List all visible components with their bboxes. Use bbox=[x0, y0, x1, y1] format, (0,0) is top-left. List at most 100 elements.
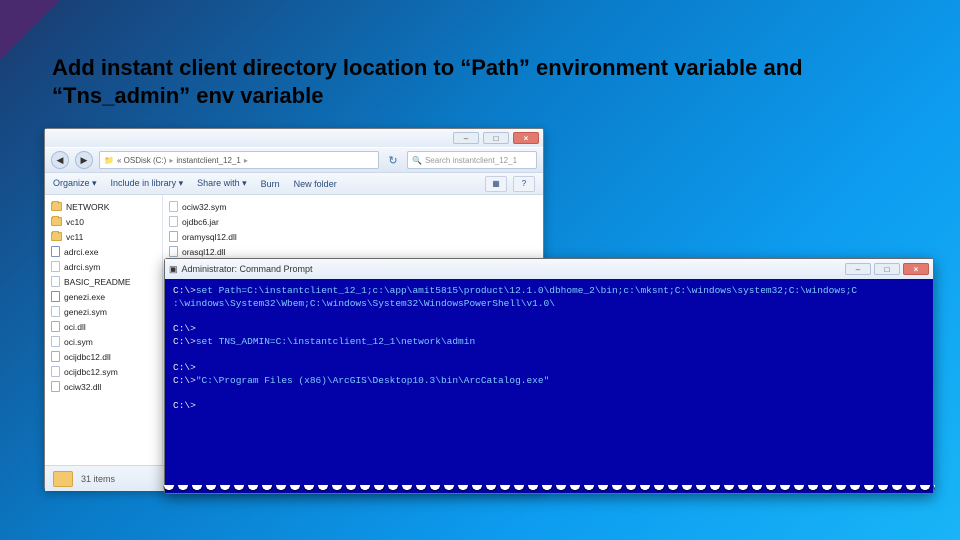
cmd-window: ▣ Administrator: Command Prompt – □ × C:… bbox=[164, 258, 934, 494]
cmd-maximize-button[interactable]: □ bbox=[874, 263, 900, 275]
nav-item[interactable]: genezi.sym bbox=[51, 304, 160, 319]
nav-label: genezi.exe bbox=[64, 292, 105, 302]
file-icon bbox=[169, 246, 178, 257]
nav-item[interactable]: ocijdbc12.sym bbox=[51, 364, 160, 379]
nav-item[interactable]: ociw32.dll bbox=[51, 379, 160, 394]
close-button[interactable]: × bbox=[513, 132, 539, 144]
file-icon bbox=[51, 381, 60, 392]
file-label: ojdbc6.jar bbox=[182, 217, 219, 227]
toolbar-burn[interactable]: Burn bbox=[261, 179, 280, 189]
breadcrumb[interactable]: 📁 « OSDisk (C:) ▸ instantclient_12_1 ▸ bbox=[99, 151, 379, 169]
explorer-navbar: ◀ ▶ 📁 « OSDisk (C:) ▸ instantclient_12_1… bbox=[45, 147, 543, 173]
cmd-line: set Path=C:\instantclient_12_1;c:\app\am… bbox=[196, 285, 857, 296]
file-icon bbox=[51, 306, 60, 317]
search-icon: 🔍 bbox=[412, 156, 422, 165]
nav-item[interactable]: NETWORK bbox=[51, 199, 160, 214]
nav-label: BASIC_README bbox=[64, 277, 131, 287]
nav-label: ocijdbc12.sym bbox=[64, 367, 118, 377]
nav-label: oci.dll bbox=[64, 322, 86, 332]
torn-edge-effect bbox=[163, 485, 935, 495]
file-icon bbox=[169, 231, 178, 242]
breadcrumb-sep2: ▸ bbox=[244, 156, 248, 165]
list-item[interactable]: orasql12.dll bbox=[169, 244, 279, 259]
file-icon bbox=[51, 336, 60, 347]
explorer-toolbar: Organize ▾ Include in library ▾ Share wi… bbox=[45, 173, 543, 195]
nav-label: NETWORK bbox=[66, 202, 109, 212]
breadcrumb-drive: « OSDisk (C:) bbox=[117, 156, 166, 165]
list-item[interactable]: oramysql12.dll bbox=[169, 229, 279, 244]
nav-item[interactable]: vc11 bbox=[51, 229, 160, 244]
file-label: ociw32.sym bbox=[182, 202, 226, 212]
file-label: oramysql12.dll bbox=[182, 232, 237, 242]
cmd-icon: ▣ bbox=[169, 264, 178, 275]
cmd-line: "C:\Program Files (x86)\ArcGIS\Desktop10… bbox=[196, 375, 549, 386]
nav-item[interactable]: oci.dll bbox=[51, 319, 160, 334]
nav-label: oci.sym bbox=[64, 337, 93, 347]
file-icon bbox=[51, 291, 60, 302]
nav-item[interactable]: adrci.exe bbox=[51, 244, 160, 259]
cmd-line: :\windows\System32\Wbem;C:\windows\Syste… bbox=[173, 298, 555, 309]
cmd-title-text: Administrator: Command Prompt bbox=[182, 264, 313, 274]
cmd-close-button[interactable]: × bbox=[903, 263, 929, 275]
nav-label: vc10 bbox=[66, 217, 84, 227]
refresh-icon[interactable]: ↻ bbox=[385, 152, 401, 168]
nav-fwd-icon[interactable]: ▶ bbox=[75, 151, 93, 169]
nav-item[interactable]: vc10 bbox=[51, 214, 160, 229]
cmd-line: C:\> bbox=[173, 285, 196, 296]
list-item[interactable]: ociw32.sym bbox=[169, 199, 279, 214]
cmd-line: set TNS_ADMIN=C:\instantclient_12_1\netw… bbox=[196, 336, 475, 347]
minimize-button[interactable]: – bbox=[453, 132, 479, 144]
file-icon bbox=[51, 321, 60, 332]
file-icon bbox=[51, 261, 60, 272]
file-icon bbox=[51, 246, 60, 257]
maximize-button[interactable]: □ bbox=[483, 132, 509, 144]
cmd-titlebar[interactable]: ▣ Administrator: Command Prompt – □ × bbox=[165, 259, 933, 279]
nav-back-icon[interactable]: ◀ bbox=[51, 151, 69, 169]
nav-label: adrci.exe bbox=[64, 247, 99, 257]
nav-item[interactable]: oci.sym bbox=[51, 334, 160, 349]
explorer-titlebar[interactable]: – □ × bbox=[45, 129, 543, 147]
status-item-count: 31 items bbox=[81, 474, 115, 484]
help-icon[interactable]: ? bbox=[513, 176, 535, 192]
file-icon bbox=[51, 366, 60, 377]
nav-label: ocijdbc12.dll bbox=[64, 352, 111, 362]
folder-icon bbox=[51, 217, 62, 226]
toolbar-organize[interactable]: Organize ▾ bbox=[53, 178, 97, 189]
file-icon bbox=[169, 216, 178, 227]
cmd-line: C:\> bbox=[173, 336, 196, 347]
breadcrumb-sep: ▸ bbox=[169, 156, 173, 165]
cmd-minimize-button[interactable]: – bbox=[845, 263, 871, 275]
nav-label: adrci.sym bbox=[64, 262, 100, 272]
nav-label: ociw32.dll bbox=[64, 382, 101, 392]
nav-item[interactable]: ocijdbc12.dll bbox=[51, 349, 160, 364]
cmd-line: C:\> bbox=[173, 323, 196, 334]
nav-item[interactable]: adrci.sym bbox=[51, 259, 160, 274]
slide-accent bbox=[0, 0, 60, 60]
toolbar-include[interactable]: Include in library ▾ bbox=[111, 178, 184, 189]
view-options-icon[interactable]: ▦ bbox=[485, 176, 507, 192]
file-icon bbox=[51, 351, 60, 362]
slide-title: Add instant client directory location to… bbox=[52, 54, 900, 109]
toolbar-share[interactable]: Share with ▾ bbox=[197, 178, 247, 189]
folder-icon: 📁 bbox=[104, 156, 114, 165]
toolbar-newfolder[interactable]: New folder bbox=[294, 179, 337, 189]
cmd-body[interactable]: C:\>set Path=C:\instantclient_12_1;c:\ap… bbox=[165, 279, 933, 493]
nav-label: genezi.sym bbox=[64, 307, 107, 317]
status-folder-icon bbox=[53, 471, 73, 487]
nav-item[interactable]: genezi.exe bbox=[51, 289, 160, 304]
nav-label: vc11 bbox=[66, 232, 83, 242]
file-label: orasql12.dll bbox=[182, 247, 225, 257]
search-input[interactable]: 🔍 Search instantclient_12_1 bbox=[407, 151, 537, 169]
cmd-line: C:\> bbox=[173, 400, 196, 411]
cmd-line: C:\> bbox=[173, 375, 196, 386]
nav-item[interactable]: BASIC_README bbox=[51, 274, 160, 289]
breadcrumb-folder: instantclient_12_1 bbox=[176, 156, 241, 165]
search-placeholder: Search instantclient_12_1 bbox=[425, 156, 517, 165]
list-item[interactable]: ojdbc6.jar bbox=[169, 214, 279, 229]
file-icon bbox=[51, 276, 60, 287]
explorer-navpane[interactable]: NETWORK vc10 vc11 adrci.exe adrci.sym BA… bbox=[45, 195, 163, 465]
folder-icon bbox=[51, 202, 62, 211]
cmd-line: C:\> bbox=[173, 362, 196, 373]
folder-icon bbox=[51, 232, 62, 241]
file-icon bbox=[169, 201, 178, 212]
